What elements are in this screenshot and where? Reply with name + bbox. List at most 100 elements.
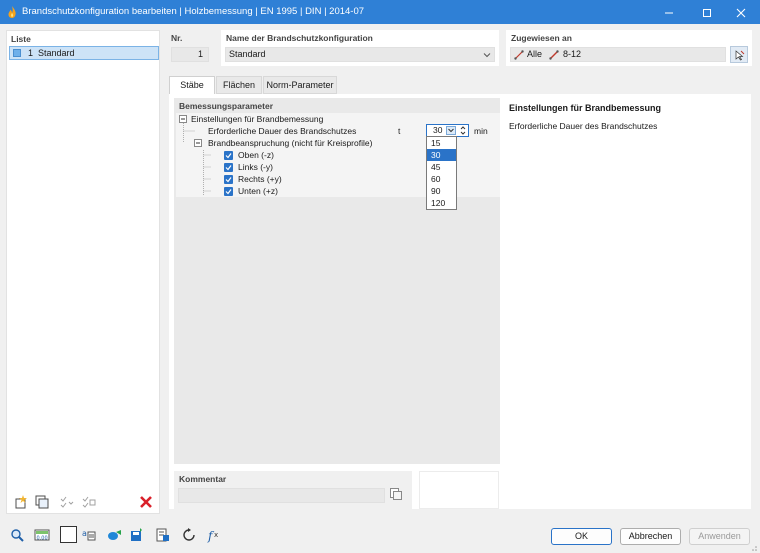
- copy-icon: [35, 495, 49, 509]
- spinner-icon[interactable]: [459, 125, 467, 136]
- cancel-button[interactable]: Abbrechen: [620, 528, 681, 545]
- check-icon: [225, 153, 232, 159]
- exposure-links: Links (-y): [238, 162, 273, 172]
- design-params-header: Bemessungsparameter: [179, 101, 274, 111]
- delete-icon: [140, 496, 152, 508]
- config-name-dropdown[interactable]: Standard: [225, 47, 495, 62]
- chevron-down-icon: [483, 53, 491, 58]
- ok-button[interactable]: OK: [551, 528, 612, 545]
- duration-value: 30: [433, 125, 443, 135]
- dropdown-option[interactable]: 90: [427, 185, 456, 197]
- dropdown-option[interactable]: 45: [427, 161, 456, 173]
- app-icon: [8, 6, 16, 18]
- tab-flaechen[interactable]: Flächen: [216, 76, 262, 94]
- duration-dropdown-list[interactable]: 15 30 45 60 90 120: [426, 136, 457, 210]
- search-icon: [11, 529, 24, 542]
- svg-text:0.00: 0.00: [37, 536, 48, 542]
- comment-library-button[interactable]: [389, 487, 406, 504]
- comment-input[interactable]: [178, 488, 385, 503]
- dropdown-option-selected[interactable]: 30: [427, 149, 456, 161]
- apply-button[interactable]: Anwenden: [689, 528, 750, 545]
- decimal-places-button[interactable]: 0.00: [34, 527, 52, 545]
- minimize-button[interactable]: [652, 0, 686, 24]
- select-cursor-icon: [735, 50, 745, 61]
- checkbox-unten[interactable]: [224, 187, 233, 196]
- maximize-button[interactable]: [690, 0, 724, 24]
- resize-grip-icon[interactable]: [749, 543, 758, 552]
- formula-button[interactable]: fx: [207, 527, 225, 545]
- info-text: Erforderliche Dauer des Brandschutzes: [509, 121, 658, 131]
- check-icon: [225, 177, 232, 183]
- uncheck-all-button[interactable]: [81, 494, 99, 512]
- dropdown-option[interactable]: 15: [427, 137, 456, 149]
- collapse-icon[interactable]: [179, 115, 187, 123]
- copy-item-button[interactable]: [34, 494, 52, 512]
- formula-icon: fx: [207, 529, 218, 543]
- select-objects-button[interactable]: [730, 46, 748, 63]
- check-all-button[interactable]: [59, 494, 77, 512]
- units-button[interactable]: a: [81, 527, 99, 545]
- config-name-value: Standard: [229, 49, 266, 59]
- title-bar: Brandschutzkonfiguration bearbeiten | Ho…: [0, 0, 760, 24]
- delete-button[interactable]: [138, 494, 156, 512]
- color-button[interactable]: [60, 526, 77, 543]
- all-members-icon: [514, 50, 524, 60]
- checkbox-oben[interactable]: [224, 151, 233, 160]
- comment-extra-box: [419, 471, 499, 509]
- group-brandbeanspruchung: Brandbeanspruchung (nicht für Kreisprofi…: [208, 138, 373, 148]
- list-item-name: Standard: [38, 48, 75, 58]
- exposure-rechts: Rechts (+y): [238, 174, 282, 184]
- import-button[interactable]: [155, 527, 173, 545]
- check-icon: [225, 165, 232, 171]
- color-swatch: [13, 49, 21, 57]
- assigned-header: Zugewiesen an: [511, 33, 572, 43]
- save-button[interactable]: [129, 527, 147, 545]
- check-icon: [225, 189, 232, 195]
- duration-symbol: t: [398, 126, 401, 136]
- exposure-unten: Unten (+z): [238, 186, 278, 196]
- dropdown-option[interactable]: 60: [427, 173, 456, 185]
- nr-field: 1: [171, 47, 209, 62]
- list-item-number: 1: [28, 48, 34, 58]
- config-name-section: Name der Brandschutzkonfiguration Standa…: [221, 30, 499, 66]
- nr-header: Nr.: [171, 33, 183, 43]
- dropdown-option[interactable]: 120: [427, 197, 456, 209]
- decimal-places-icon: 0.00: [34, 529, 50, 542]
- close-button[interactable]: [724, 0, 758, 24]
- exposure-oben: Oben (-z): [238, 150, 274, 160]
- checkbox-rechts[interactable]: [224, 175, 233, 184]
- info-title: Einstellungen für Brandbemessung: [509, 103, 662, 113]
- check-all-icon: [60, 496, 74, 508]
- list-header: Liste: [11, 34, 31, 44]
- new-item-icon: [15, 495, 27, 509]
- new-item-button[interactable]: [13, 494, 31, 512]
- tab-norm-parameter[interactable]: Norm-Parameter: [263, 76, 337, 94]
- units-icon: a: [82, 529, 96, 541]
- reset-button[interactable]: [181, 527, 199, 545]
- save-icon: [131, 528, 142, 541]
- window-title: Brandschutzkonfiguration bearbeiten | Ho…: [22, 6, 365, 17]
- search-button[interactable]: [9, 527, 27, 545]
- comment-section: Kommentar: [174, 471, 412, 509]
- uncheck-all-icon: [82, 496, 96, 508]
- minimize-icon: [665, 12, 673, 14]
- tab-staebe[interactable]: Stäbe: [169, 76, 215, 94]
- config-name-header: Name der Brandschutzkonfiguration: [226, 33, 373, 43]
- duration-unit: min: [474, 126, 488, 136]
- svg-text:x: x: [214, 531, 218, 539]
- member-icon: [549, 50, 559, 60]
- close-icon: [736, 8, 746, 18]
- svg-text:a: a: [82, 529, 87, 538]
- display-button[interactable]: [107, 527, 125, 545]
- comment-header: Kommentar: [179, 474, 227, 484]
- collapse-icon[interactable]: [194, 139, 202, 147]
- maximize-icon: [703, 8, 711, 17]
- checkbox-links[interactable]: [224, 163, 233, 172]
- assigned-field: Alle 8-12: [510, 47, 726, 62]
- import-icon: [156, 528, 169, 542]
- display-icon: [108, 530, 121, 540]
- reset-icon: [183, 528, 195, 541]
- duration-label: Erforderliche Dauer des Brandschutzes: [208, 126, 357, 136]
- chevron-down-icon[interactable]: [446, 126, 456, 135]
- list-item[interactable]: 1 Standard: [9, 46, 159, 60]
